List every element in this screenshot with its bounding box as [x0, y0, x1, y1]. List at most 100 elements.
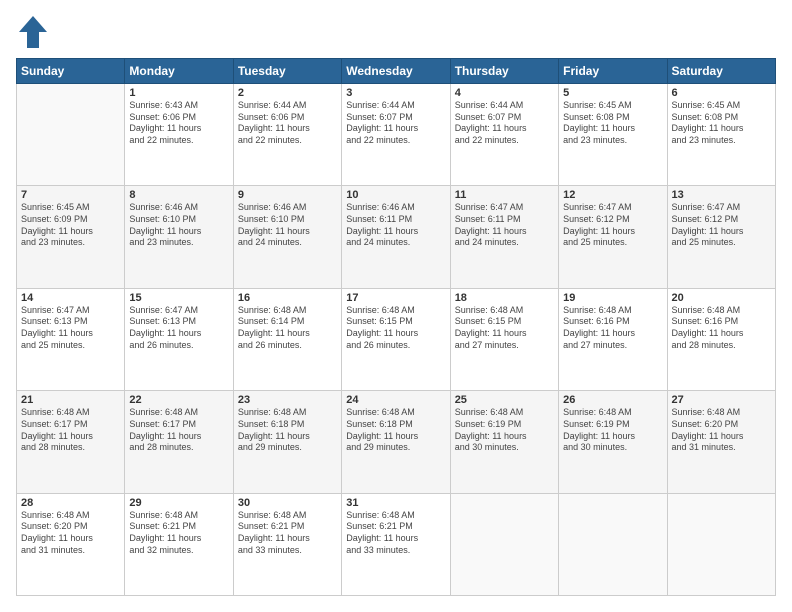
day-info: Sunrise: 6:48 AM Sunset: 6:15 PM Dayligh…	[346, 305, 445, 352]
day-info: Sunrise: 6:43 AM Sunset: 6:06 PM Dayligh…	[129, 100, 228, 147]
calendar-week-row: 7Sunrise: 6:45 AM Sunset: 6:09 PM Daylig…	[17, 186, 776, 288]
calendar-cell: 19Sunrise: 6:48 AM Sunset: 6:16 PM Dayli…	[559, 288, 667, 390]
calendar-cell: 25Sunrise: 6:48 AM Sunset: 6:19 PM Dayli…	[450, 391, 558, 493]
day-info: Sunrise: 6:48 AM Sunset: 6:21 PM Dayligh…	[346, 510, 445, 557]
day-number: 3	[346, 87, 445, 99]
day-info: Sunrise: 6:47 AM Sunset: 6:13 PM Dayligh…	[129, 305, 228, 352]
day-info: Sunrise: 6:46 AM Sunset: 6:10 PM Dayligh…	[238, 202, 337, 249]
calendar-week-row: 14Sunrise: 6:47 AM Sunset: 6:13 PM Dayli…	[17, 288, 776, 390]
day-info: Sunrise: 6:48 AM Sunset: 6:15 PM Dayligh…	[455, 305, 554, 352]
day-number: 12	[563, 189, 662, 201]
day-info: Sunrise: 6:48 AM Sunset: 6:16 PM Dayligh…	[563, 305, 662, 352]
day-info: Sunrise: 6:46 AM Sunset: 6:11 PM Dayligh…	[346, 202, 445, 249]
calendar-cell: 4Sunrise: 6:44 AM Sunset: 6:07 PM Daylig…	[450, 84, 558, 186]
weekday-header: Sunday	[17, 59, 125, 84]
day-info: Sunrise: 6:48 AM Sunset: 6:21 PM Dayligh…	[129, 510, 228, 557]
weekday-header: Monday	[125, 59, 233, 84]
day-info: Sunrise: 6:48 AM Sunset: 6:18 PM Dayligh…	[346, 407, 445, 454]
calendar-cell: 13Sunrise: 6:47 AM Sunset: 6:12 PM Dayli…	[667, 186, 775, 288]
day-info: Sunrise: 6:44 AM Sunset: 6:06 PM Dayligh…	[238, 100, 337, 147]
day-number: 17	[346, 292, 445, 304]
day-info: Sunrise: 6:47 AM Sunset: 6:12 PM Dayligh…	[563, 202, 662, 249]
logo	[16, 16, 47, 48]
calendar-cell: 7Sunrise: 6:45 AM Sunset: 6:09 PM Daylig…	[17, 186, 125, 288]
logo-icon	[19, 16, 47, 48]
calendar-cell: 1Sunrise: 6:43 AM Sunset: 6:06 PM Daylig…	[125, 84, 233, 186]
calendar-cell	[450, 493, 558, 595]
calendar-cell: 30Sunrise: 6:48 AM Sunset: 6:21 PM Dayli…	[233, 493, 341, 595]
day-number: 16	[238, 292, 337, 304]
calendar-cell: 3Sunrise: 6:44 AM Sunset: 6:07 PM Daylig…	[342, 84, 450, 186]
page: SundayMondayTuesdayWednesdayThursdayFrid…	[0, 0, 792, 612]
calendar-cell: 12Sunrise: 6:47 AM Sunset: 6:12 PM Dayli…	[559, 186, 667, 288]
day-number: 4	[455, 87, 554, 99]
weekday-header: Friday	[559, 59, 667, 84]
calendar-week-row: 28Sunrise: 6:48 AM Sunset: 6:20 PM Dayli…	[17, 493, 776, 595]
day-info: Sunrise: 6:47 AM Sunset: 6:12 PM Dayligh…	[672, 202, 771, 249]
day-info: Sunrise: 6:44 AM Sunset: 6:07 PM Dayligh…	[455, 100, 554, 147]
calendar-cell	[17, 84, 125, 186]
day-number: 26	[563, 394, 662, 406]
weekday-header: Thursday	[450, 59, 558, 84]
day-number: 25	[455, 394, 554, 406]
calendar-cell: 24Sunrise: 6:48 AM Sunset: 6:18 PM Dayli…	[342, 391, 450, 493]
calendar-cell: 21Sunrise: 6:48 AM Sunset: 6:17 PM Dayli…	[17, 391, 125, 493]
day-info: Sunrise: 6:48 AM Sunset: 6:16 PM Dayligh…	[672, 305, 771, 352]
day-number: 24	[346, 394, 445, 406]
calendar-cell: 14Sunrise: 6:47 AM Sunset: 6:13 PM Dayli…	[17, 288, 125, 390]
day-number: 30	[238, 497, 337, 509]
day-number: 20	[672, 292, 771, 304]
day-info: Sunrise: 6:48 AM Sunset: 6:20 PM Dayligh…	[672, 407, 771, 454]
day-number: 7	[21, 189, 120, 201]
day-number: 9	[238, 189, 337, 201]
calendar-cell: 15Sunrise: 6:47 AM Sunset: 6:13 PM Dayli…	[125, 288, 233, 390]
calendar-cell: 29Sunrise: 6:48 AM Sunset: 6:21 PM Dayli…	[125, 493, 233, 595]
day-info: Sunrise: 6:46 AM Sunset: 6:10 PM Dayligh…	[129, 202, 228, 249]
calendar-cell: 27Sunrise: 6:48 AM Sunset: 6:20 PM Dayli…	[667, 391, 775, 493]
calendar-header-row: SundayMondayTuesdayWednesdayThursdayFrid…	[17, 59, 776, 84]
calendar-week-row: 21Sunrise: 6:48 AM Sunset: 6:17 PM Dayli…	[17, 391, 776, 493]
day-number: 2	[238, 87, 337, 99]
day-number: 11	[455, 189, 554, 201]
calendar-cell	[559, 493, 667, 595]
day-number: 5	[563, 87, 662, 99]
calendar-cell: 16Sunrise: 6:48 AM Sunset: 6:14 PM Dayli…	[233, 288, 341, 390]
calendar-cell: 20Sunrise: 6:48 AM Sunset: 6:16 PM Dayli…	[667, 288, 775, 390]
day-info: Sunrise: 6:48 AM Sunset: 6:17 PM Dayligh…	[129, 407, 228, 454]
weekday-header: Saturday	[667, 59, 775, 84]
day-number: 8	[129, 189, 228, 201]
day-number: 28	[21, 497, 120, 509]
day-number: 18	[455, 292, 554, 304]
calendar-week-row: 1Sunrise: 6:43 AM Sunset: 6:06 PM Daylig…	[17, 84, 776, 186]
calendar-cell: 11Sunrise: 6:47 AM Sunset: 6:11 PM Dayli…	[450, 186, 558, 288]
day-number: 27	[672, 394, 771, 406]
calendar-cell: 17Sunrise: 6:48 AM Sunset: 6:15 PM Dayli…	[342, 288, 450, 390]
day-number: 22	[129, 394, 228, 406]
calendar-cell: 23Sunrise: 6:48 AM Sunset: 6:18 PM Dayli…	[233, 391, 341, 493]
day-info: Sunrise: 6:48 AM Sunset: 6:19 PM Dayligh…	[563, 407, 662, 454]
day-info: Sunrise: 6:47 AM Sunset: 6:13 PM Dayligh…	[21, 305, 120, 352]
day-number: 23	[238, 394, 337, 406]
day-number: 29	[129, 497, 228, 509]
calendar-cell	[667, 493, 775, 595]
day-info: Sunrise: 6:44 AM Sunset: 6:07 PM Dayligh…	[346, 100, 445, 147]
calendar-cell: 26Sunrise: 6:48 AM Sunset: 6:19 PM Dayli…	[559, 391, 667, 493]
day-number: 10	[346, 189, 445, 201]
day-number: 14	[21, 292, 120, 304]
day-info: Sunrise: 6:48 AM Sunset: 6:20 PM Dayligh…	[21, 510, 120, 557]
day-info: Sunrise: 6:48 AM Sunset: 6:19 PM Dayligh…	[455, 407, 554, 454]
day-info: Sunrise: 6:47 AM Sunset: 6:11 PM Dayligh…	[455, 202, 554, 249]
day-info: Sunrise: 6:48 AM Sunset: 6:14 PM Dayligh…	[238, 305, 337, 352]
day-info: Sunrise: 6:45 AM Sunset: 6:09 PM Dayligh…	[21, 202, 120, 249]
calendar-cell: 31Sunrise: 6:48 AM Sunset: 6:21 PM Dayli…	[342, 493, 450, 595]
day-info: Sunrise: 6:48 AM Sunset: 6:18 PM Dayligh…	[238, 407, 337, 454]
day-number: 6	[672, 87, 771, 99]
day-info: Sunrise: 6:48 AM Sunset: 6:21 PM Dayligh…	[238, 510, 337, 557]
calendar-cell: 22Sunrise: 6:48 AM Sunset: 6:17 PM Dayli…	[125, 391, 233, 493]
day-number: 1	[129, 87, 228, 99]
calendar-cell: 10Sunrise: 6:46 AM Sunset: 6:11 PM Dayli…	[342, 186, 450, 288]
calendar-cell: 2Sunrise: 6:44 AM Sunset: 6:06 PM Daylig…	[233, 84, 341, 186]
day-number: 31	[346, 497, 445, 509]
day-number: 19	[563, 292, 662, 304]
day-info: Sunrise: 6:45 AM Sunset: 6:08 PM Dayligh…	[672, 100, 771, 147]
